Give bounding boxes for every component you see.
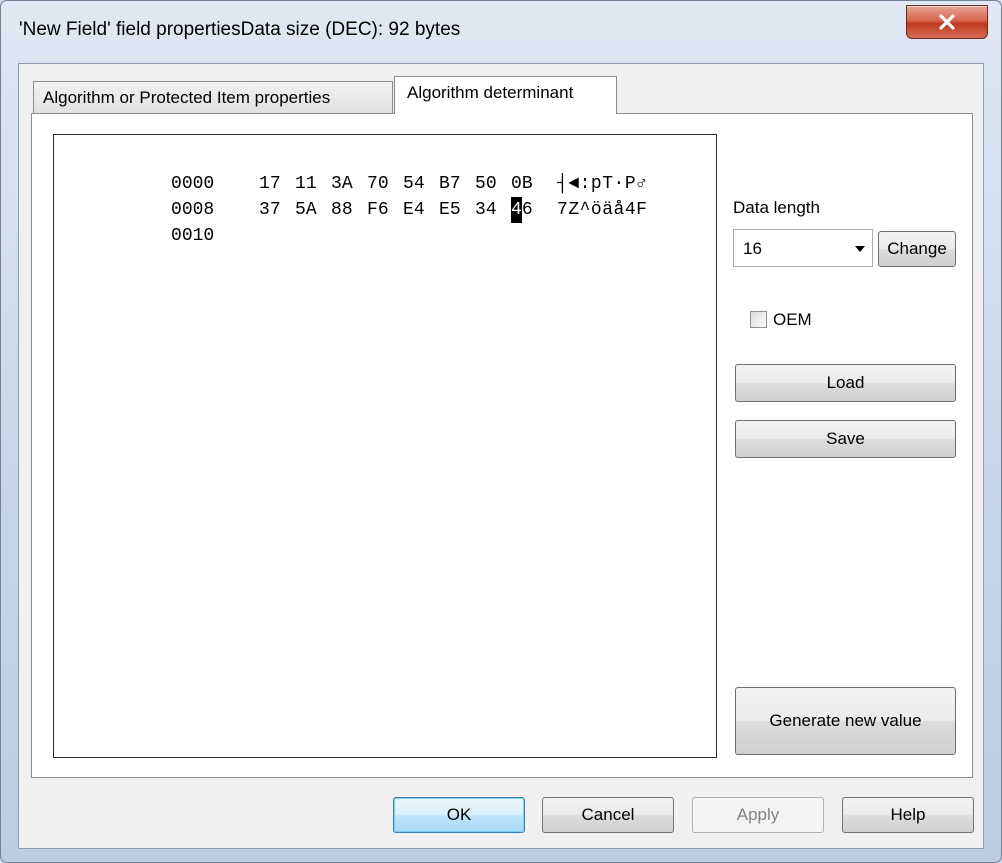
hex-editor[interactable]: 0000 17 11 3A 70 54 B7 50 0B ┤◄:pT·P♂ 0008 37 5A 88 F… xyxy=(53,134,717,758)
generate-new-value-button[interactable]: Generate new value xyxy=(735,687,956,755)
apply-button[interactable]: Apply xyxy=(692,797,824,833)
tab-label: Algorithm or Protected Item properties xyxy=(43,88,331,107)
tab-label: Algorithm determinant xyxy=(407,83,574,102)
hex-ascii[interactable]: 7Z^öäå4F xyxy=(557,197,647,223)
hex-row[interactable]: 0000 17 11 3A 70 54 B7 50 0B ┤◄:pT·P♂ xyxy=(63,145,647,194)
data-length-value: 16 xyxy=(743,239,762,258)
cancel-button[interactable]: Cancel xyxy=(542,797,674,833)
dialog-window: 'New Field' field propertiesData size (D… xyxy=(0,0,1002,863)
save-button[interactable]: Save xyxy=(735,420,956,458)
load-button-label: Load xyxy=(826,373,865,392)
hex-cursor: 4 xyxy=(511,197,522,223)
tab-panel: 0000 17 11 3A 70 54 B7 50 0B ┤◄:pT·P♂ 0008 37 5A 88 F… xyxy=(31,113,973,778)
close-button[interactable] xyxy=(906,5,988,39)
hex-byte[interactable]: E4 xyxy=(403,197,439,223)
hex-byte[interactable]: 37 xyxy=(259,197,295,223)
hex-byte[interactable]: F6 xyxy=(367,197,403,223)
ok-button[interactable]: OK xyxy=(393,797,525,833)
hex-offset: 0010 xyxy=(171,226,215,246)
title-bar[interactable]: 'New Field' field propertiesData size (D… xyxy=(1,1,1001,63)
data-length-label: Data length xyxy=(733,198,820,217)
dialog-client-area: Algorithm or Protected Item properties A… xyxy=(18,63,984,849)
hex-row[interactable]: 0010 xyxy=(63,197,259,246)
tab-algorithm-determinant[interactable]: Algorithm determinant xyxy=(394,76,617,114)
chevron-down-icon[interactable] xyxy=(855,246,865,252)
data-length-select[interactable]: 16 xyxy=(733,229,873,267)
load-button[interactable]: Load xyxy=(735,364,956,402)
save-button-label: Save xyxy=(826,429,865,448)
hex-byte[interactable]: 34 xyxy=(475,197,511,223)
hex-byte[interactable]: 5A xyxy=(295,197,331,223)
help-button[interactable]: Help xyxy=(842,797,974,833)
window-title: 'New Field' field propertiesData size (D… xyxy=(19,19,461,40)
hex-byte[interactable]: E5 xyxy=(439,197,475,223)
ok-button-label: OK xyxy=(446,805,472,824)
hex-byte-selected[interactable]: 46 xyxy=(511,197,547,223)
change-button-label: Change xyxy=(887,239,947,258)
help-button-label: Help xyxy=(890,805,926,824)
hex-byte-rest: 6 xyxy=(521,200,533,220)
hex-row[interactable]: 0008 37 5A 88 F6 E4 E5 34 46 7Z^öäå4F xyxy=(63,171,647,223)
cancel-button-label: Cancel xyxy=(581,805,635,824)
hex-byte[interactable]: 88 xyxy=(331,197,367,223)
apply-button-label: Apply xyxy=(736,805,780,824)
tab-algorithm-properties[interactable]: Algorithm or Protected Item properties xyxy=(33,81,393,113)
oem-label: OEM xyxy=(773,310,812,329)
close-icon xyxy=(939,14,955,30)
change-button[interactable]: Change xyxy=(878,231,956,267)
generate-button-label: Generate new value xyxy=(769,711,922,730)
oem-checkbox[interactable] xyxy=(750,311,767,328)
